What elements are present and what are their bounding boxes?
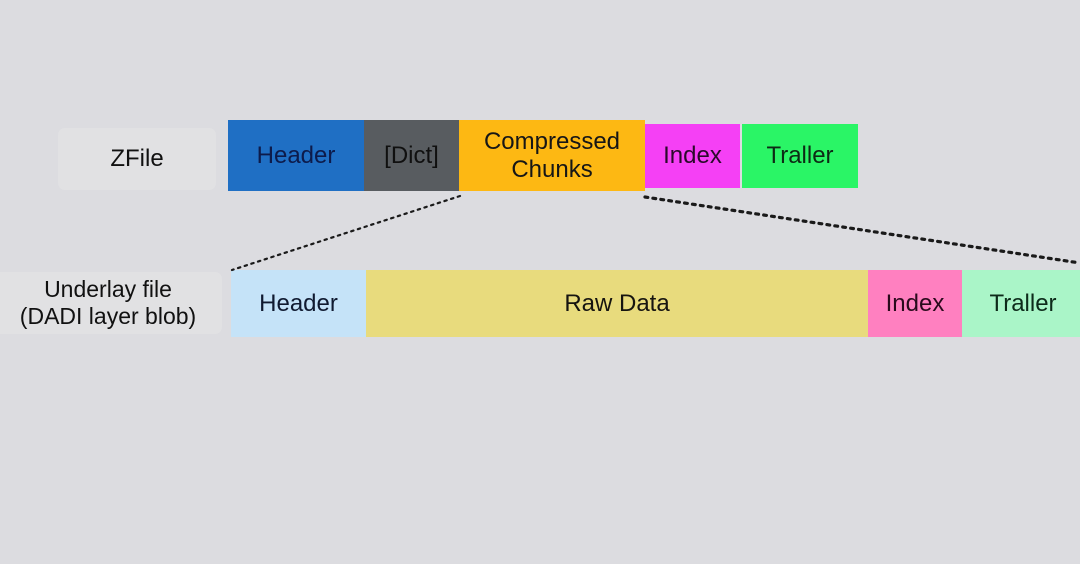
underlay-segment-raw-data: Raw Data [366, 270, 868, 337]
underlay-segment-index: Index [868, 270, 962, 337]
connector-left-line [230, 194, 462, 272]
zfile-row-label: ZFile [58, 128, 216, 190]
zfile-segment-header: Header [228, 120, 364, 191]
zfile-segment-index: Index [645, 124, 740, 188]
zfile-segment-traller: Traller [742, 124, 858, 188]
connector-right-line [643, 195, 1080, 265]
underlay-segment-traller: Traller [962, 270, 1080, 337]
underlay-segment-header: Header [231, 270, 366, 337]
underlay-row-label: Underlay file (DADI layer blob) [0, 272, 222, 334]
zfile-segment-dict: [Dict] [364, 120, 459, 191]
zfile-segment-compressed-chunks: Compressed Chunks [459, 120, 645, 191]
layout-diagram: ZFile Header [Dict] Compressed Chunks In… [0, 0, 1080, 564]
